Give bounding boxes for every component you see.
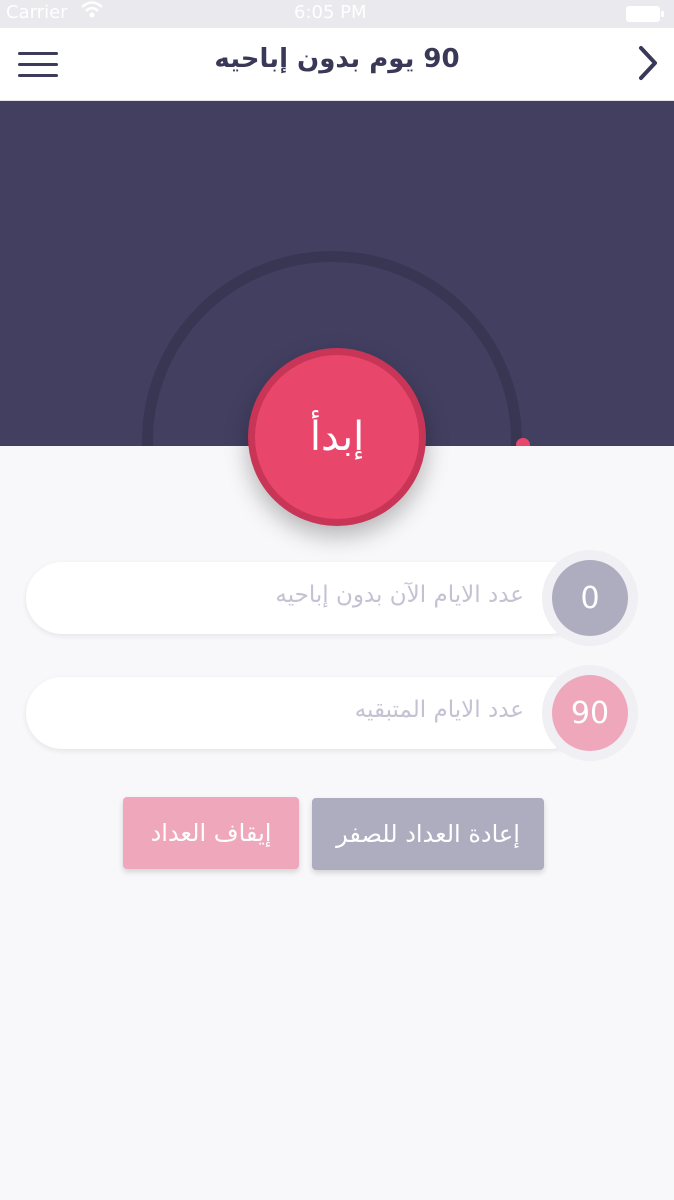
status-bar: Carrier 6:05 PM (0, 0, 674, 28)
days-remaining-badge: 90 (552, 675, 628, 751)
page-title: 90 يوم بدون إباحيه (214, 44, 460, 74)
wifi-icon (81, 1, 103, 18)
stat-row-days-clean: عدد الايام الآن بدون إباحيه 0 (26, 550, 638, 646)
clock: 6:05 PM (294, 2, 367, 23)
carrier-label: Carrier (6, 2, 68, 23)
start-button[interactable]: إبدأ (248, 348, 426, 526)
stop-counter-button[interactable]: إيقاف العداد (123, 797, 299, 869)
reset-counter-button[interactable]: إعادة العداد للصفر (312, 798, 544, 870)
nav-bar: 90 يوم بدون إباحيه (0, 28, 674, 101)
battery-icon (626, 6, 660, 22)
days-clean-badge: 0 (552, 560, 628, 636)
battery-tip (661, 11, 664, 17)
stat-label: عدد الايام الآن بدون إباحيه (275, 582, 524, 608)
stat-label: عدد الايام المتبقيه (354, 697, 524, 723)
progress-indicator-dot (516, 438, 530, 446)
stat-row-days-remaining: عدد الايام المتبقيه 90 (26, 665, 638, 761)
chevron-right-icon[interactable] (636, 44, 660, 82)
